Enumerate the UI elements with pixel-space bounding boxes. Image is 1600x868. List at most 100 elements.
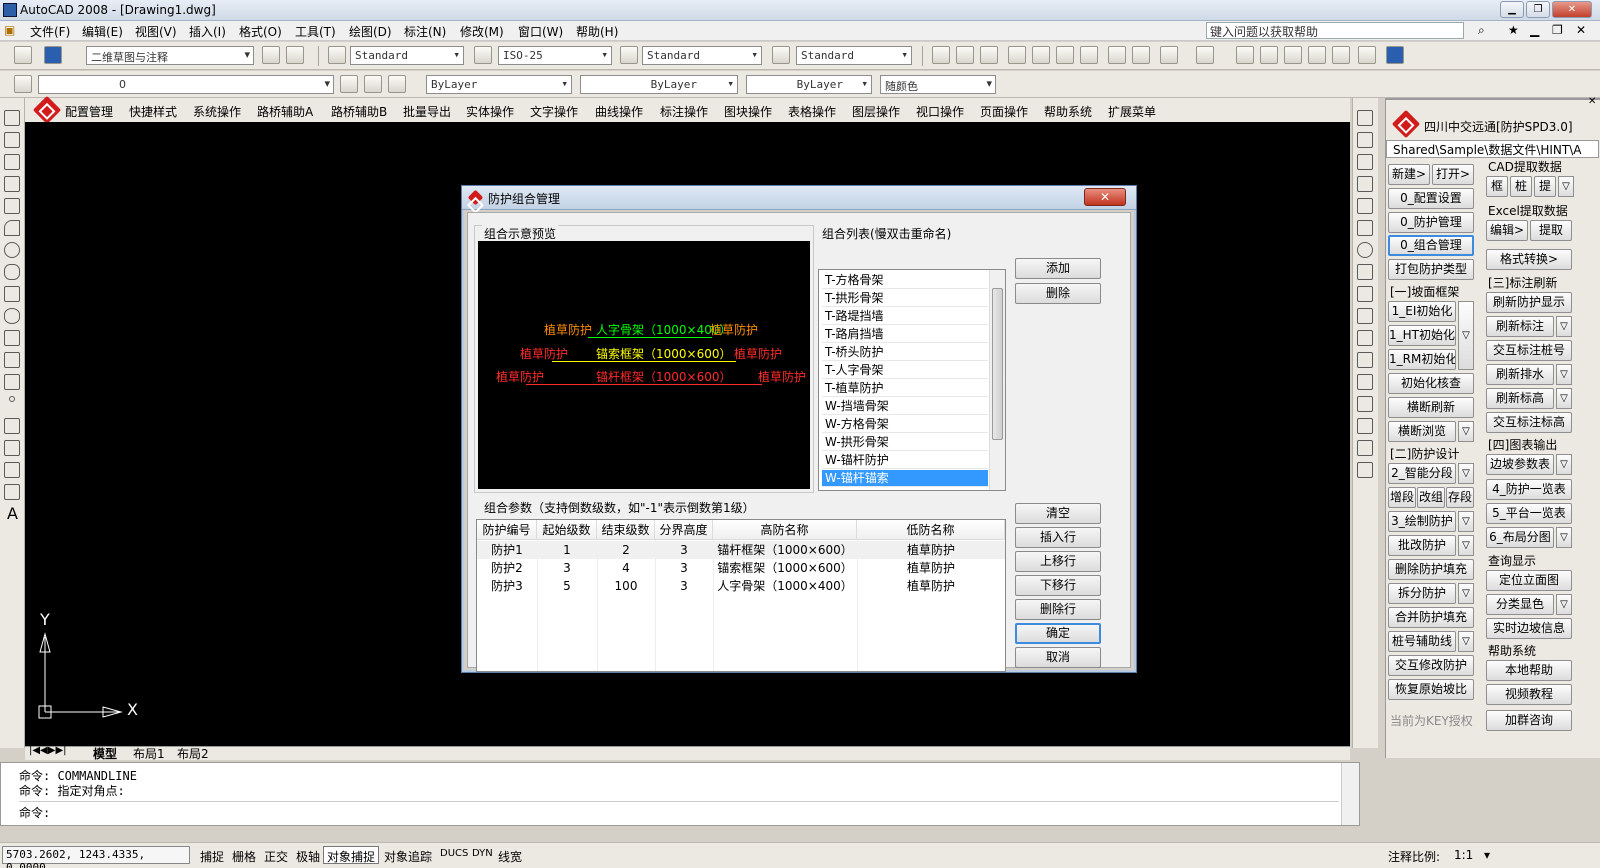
draw-protect-button[interactable]: 3_绘制防护 [1388, 511, 1456, 532]
layer-previous-icon[interactable] [364, 75, 382, 93]
otrack-toggle[interactable]: 对象追踪 [380, 846, 436, 864]
rotate-icon[interactable] [1357, 242, 1373, 258]
cmenu-quick-style[interactable]: 快捷样式 [129, 103, 177, 120]
construction-line-icon[interactable] [4, 132, 20, 148]
menu-modify[interactable]: 修改(M) [460, 23, 504, 40]
section-browse-dropdown-icon[interactable]: ▽ [1458, 421, 1474, 442]
col-header-start-level[interactable]: 起始级数 [537, 520, 597, 540]
cmenu-road-b[interactable]: 路桥辅助B [331, 103, 387, 120]
pan-icon[interactable] [1236, 46, 1254, 64]
circle-icon[interactable] [4, 242, 20, 258]
move-row-up-button[interactable]: 上移行 [1015, 551, 1101, 572]
section-refresh-button[interactable]: 横断刷新 [1388, 397, 1474, 418]
lineweight-select[interactable]: ByLayer [746, 75, 872, 94]
mirror-icon[interactable] [1357, 154, 1373, 170]
doc-restore-button[interactable]: ❐ [1552, 23, 1563, 37]
snap-toggle[interactable]: 捕捉 [196, 846, 228, 864]
3d-dwf-icon[interactable] [1080, 46, 1098, 64]
workspace-icon[interactable] [44, 46, 62, 64]
zoom-icon[interactable] [1260, 46, 1278, 64]
table-cell[interactable]: 植草防护 [857, 541, 1005, 559]
list-item[interactable]: W-拱形骨架 [822, 434, 988, 451]
table-cell[interactable]: 防护3 [477, 577, 537, 595]
make-layer-current-icon[interactable] [340, 75, 358, 93]
spline-icon[interactable] [4, 286, 20, 302]
layout-map-dropdown-icon[interactable]: ▽ [1556, 527, 1572, 548]
smart-segment-dropdown-icon[interactable]: ▽ [1458, 463, 1474, 484]
workspace-settings-icon[interactable] [14, 46, 32, 64]
ei-init-button[interactable]: 1_EI初始化 [1388, 301, 1456, 322]
cmenu-layer[interactable]: 图层操作 [852, 103, 900, 120]
ok-button[interactable]: 确定 [1015, 623, 1101, 644]
menu-dimension[interactable]: 标注(N) [404, 23, 446, 40]
point-icon[interactable] [9, 396, 15, 402]
dialog-close-button[interactable]: ✕ [1084, 188, 1126, 206]
layer-select[interactable]: 0 [38, 75, 334, 94]
dialog-title-bar[interactable]: 防护组合管理 ✕ [462, 186, 1136, 210]
region-icon[interactable] [4, 462, 20, 478]
ellipse-arc-icon[interactable] [4, 330, 20, 346]
realtime-slope-info-button[interactable]: 实时边坡信息 [1486, 618, 1572, 639]
break-icon[interactable] [1357, 352, 1373, 368]
revision-cloud-icon[interactable] [4, 264, 20, 280]
table-cell[interactable]: 3 [655, 559, 713, 577]
make-block-icon[interactable] [4, 374, 20, 390]
polar-toggle[interactable]: 极轴 [292, 846, 324, 864]
table-cell[interactable]: 植草防护 [857, 577, 1005, 595]
fillet-icon[interactable] [1357, 440, 1373, 456]
polyline-icon[interactable] [4, 154, 20, 170]
tab-layout2[interactable]: 布局2 [177, 745, 209, 762]
multileader-style-icon[interactable] [772, 46, 790, 64]
refresh-protect-display-button[interactable]: 刷新防护显示 [1486, 292, 1572, 313]
cmenu-batch-export[interactable]: 批量导出 [403, 103, 451, 120]
workspace-save-icon[interactable] [286, 46, 304, 64]
annotation-scale-select[interactable]: 1:1 [1454, 848, 1473, 862]
list-item-selected[interactable]: W-锚杆锚索 [822, 470, 988, 487]
move-row-down-button[interactable]: 下移行 [1015, 575, 1101, 596]
cad-extract-dropdown-icon[interactable]: ▽ [1558, 176, 1574, 197]
layer-states-icon[interactable] [388, 75, 406, 93]
workspace-gear-icon[interactable] [262, 46, 280, 64]
doc-close-button[interactable]: ✕ [1576, 23, 1586, 37]
move-icon[interactable] [1357, 220, 1373, 236]
panel-close-icon[interactable]: ✕ [1588, 96, 1596, 107]
join-icon[interactable] [1357, 396, 1373, 412]
list-item[interactable]: T-植草防护 [822, 380, 988, 397]
trim-icon[interactable] [1357, 308, 1373, 324]
refresh-drain-button[interactable]: 刷新排水 [1486, 364, 1554, 385]
layout-map-button[interactable]: 6_布局分图 [1486, 527, 1554, 548]
delete-row-button[interactable]: 删除行 [1015, 599, 1101, 620]
open-button[interactable]: 打开> [1432, 164, 1474, 185]
format-convert-button[interactable]: 格式转换> [1486, 249, 1572, 270]
scale-icon[interactable] [1357, 264, 1373, 280]
col-header-high-protect[interactable]: 高防名称 [713, 520, 857, 540]
chamfer-icon[interactable] [1357, 418, 1373, 434]
refresh-elevation-dropdown-icon[interactable]: ▽ [1556, 388, 1572, 409]
doc-minimize-button[interactable]: ▁ [1530, 23, 1539, 37]
design-center-icon[interactable] [1308, 46, 1326, 64]
list-item[interactable]: T-桥头防护 [822, 344, 988, 361]
pack-protect-types-button[interactable]: 打包防护类型 [1388, 259, 1474, 280]
extract-small-button[interactable]: 提 [1534, 176, 1556, 197]
cmenu-text[interactable]: 文字操作 [530, 103, 578, 120]
restore-slope-button[interactable]: 恢复原始坡比 [1388, 679, 1474, 700]
text-style-icon[interactable] [328, 46, 346, 64]
add-combo-button[interactable]: 添加 [1015, 258, 1101, 279]
extract-button[interactable]: 提取 [1530, 220, 1572, 241]
menu-draw[interactable]: 绘图(D) [349, 23, 392, 40]
table-cell[interactable]: 3 [655, 577, 713, 595]
lineweight-toggle[interactable]: 线宽 [494, 846, 526, 864]
table-cell[interactable]: 防护1 [477, 541, 537, 559]
platform-list-button[interactable]: 5_平台一览表 [1486, 503, 1572, 524]
video-tutorial-button[interactable]: 视频教程 [1486, 684, 1572, 705]
linetype-select[interactable]: ByLayer [580, 75, 738, 94]
explode-icon[interactable] [1357, 462, 1373, 478]
list-item[interactable]: W-锚杆防护 [822, 452, 988, 469]
rm-init-button[interactable]: 1_RM初始化 [1388, 349, 1456, 370]
locate-elevation-button[interactable]: 定位立面图 [1486, 570, 1572, 591]
slope-params-dropdown-icon[interactable]: ▽ [1556, 454, 1572, 475]
tab-layout1[interactable]: 布局1 [133, 745, 165, 762]
ellipse-icon[interactable] [4, 308, 20, 324]
ht-init-button[interactable]: 1_HT初始化 [1388, 325, 1456, 346]
command-input[interactable]: 命令: [19, 801, 1339, 821]
